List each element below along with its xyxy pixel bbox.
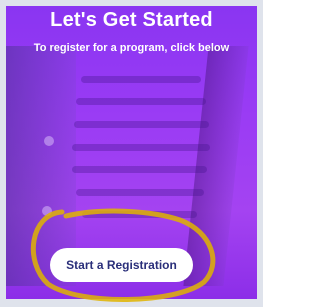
page-title: Let's Get Started (50, 9, 213, 31)
jacket-button-decoration (44, 136, 54, 146)
page-frame: Let's Get Started To register for a prog… (0, 0, 263, 307)
page-subtitle: To register for a program, click below (33, 42, 230, 54)
jacket-button-decoration (42, 206, 52, 216)
start-registration-button[interactable]: Start a Registration (50, 248, 193, 282)
